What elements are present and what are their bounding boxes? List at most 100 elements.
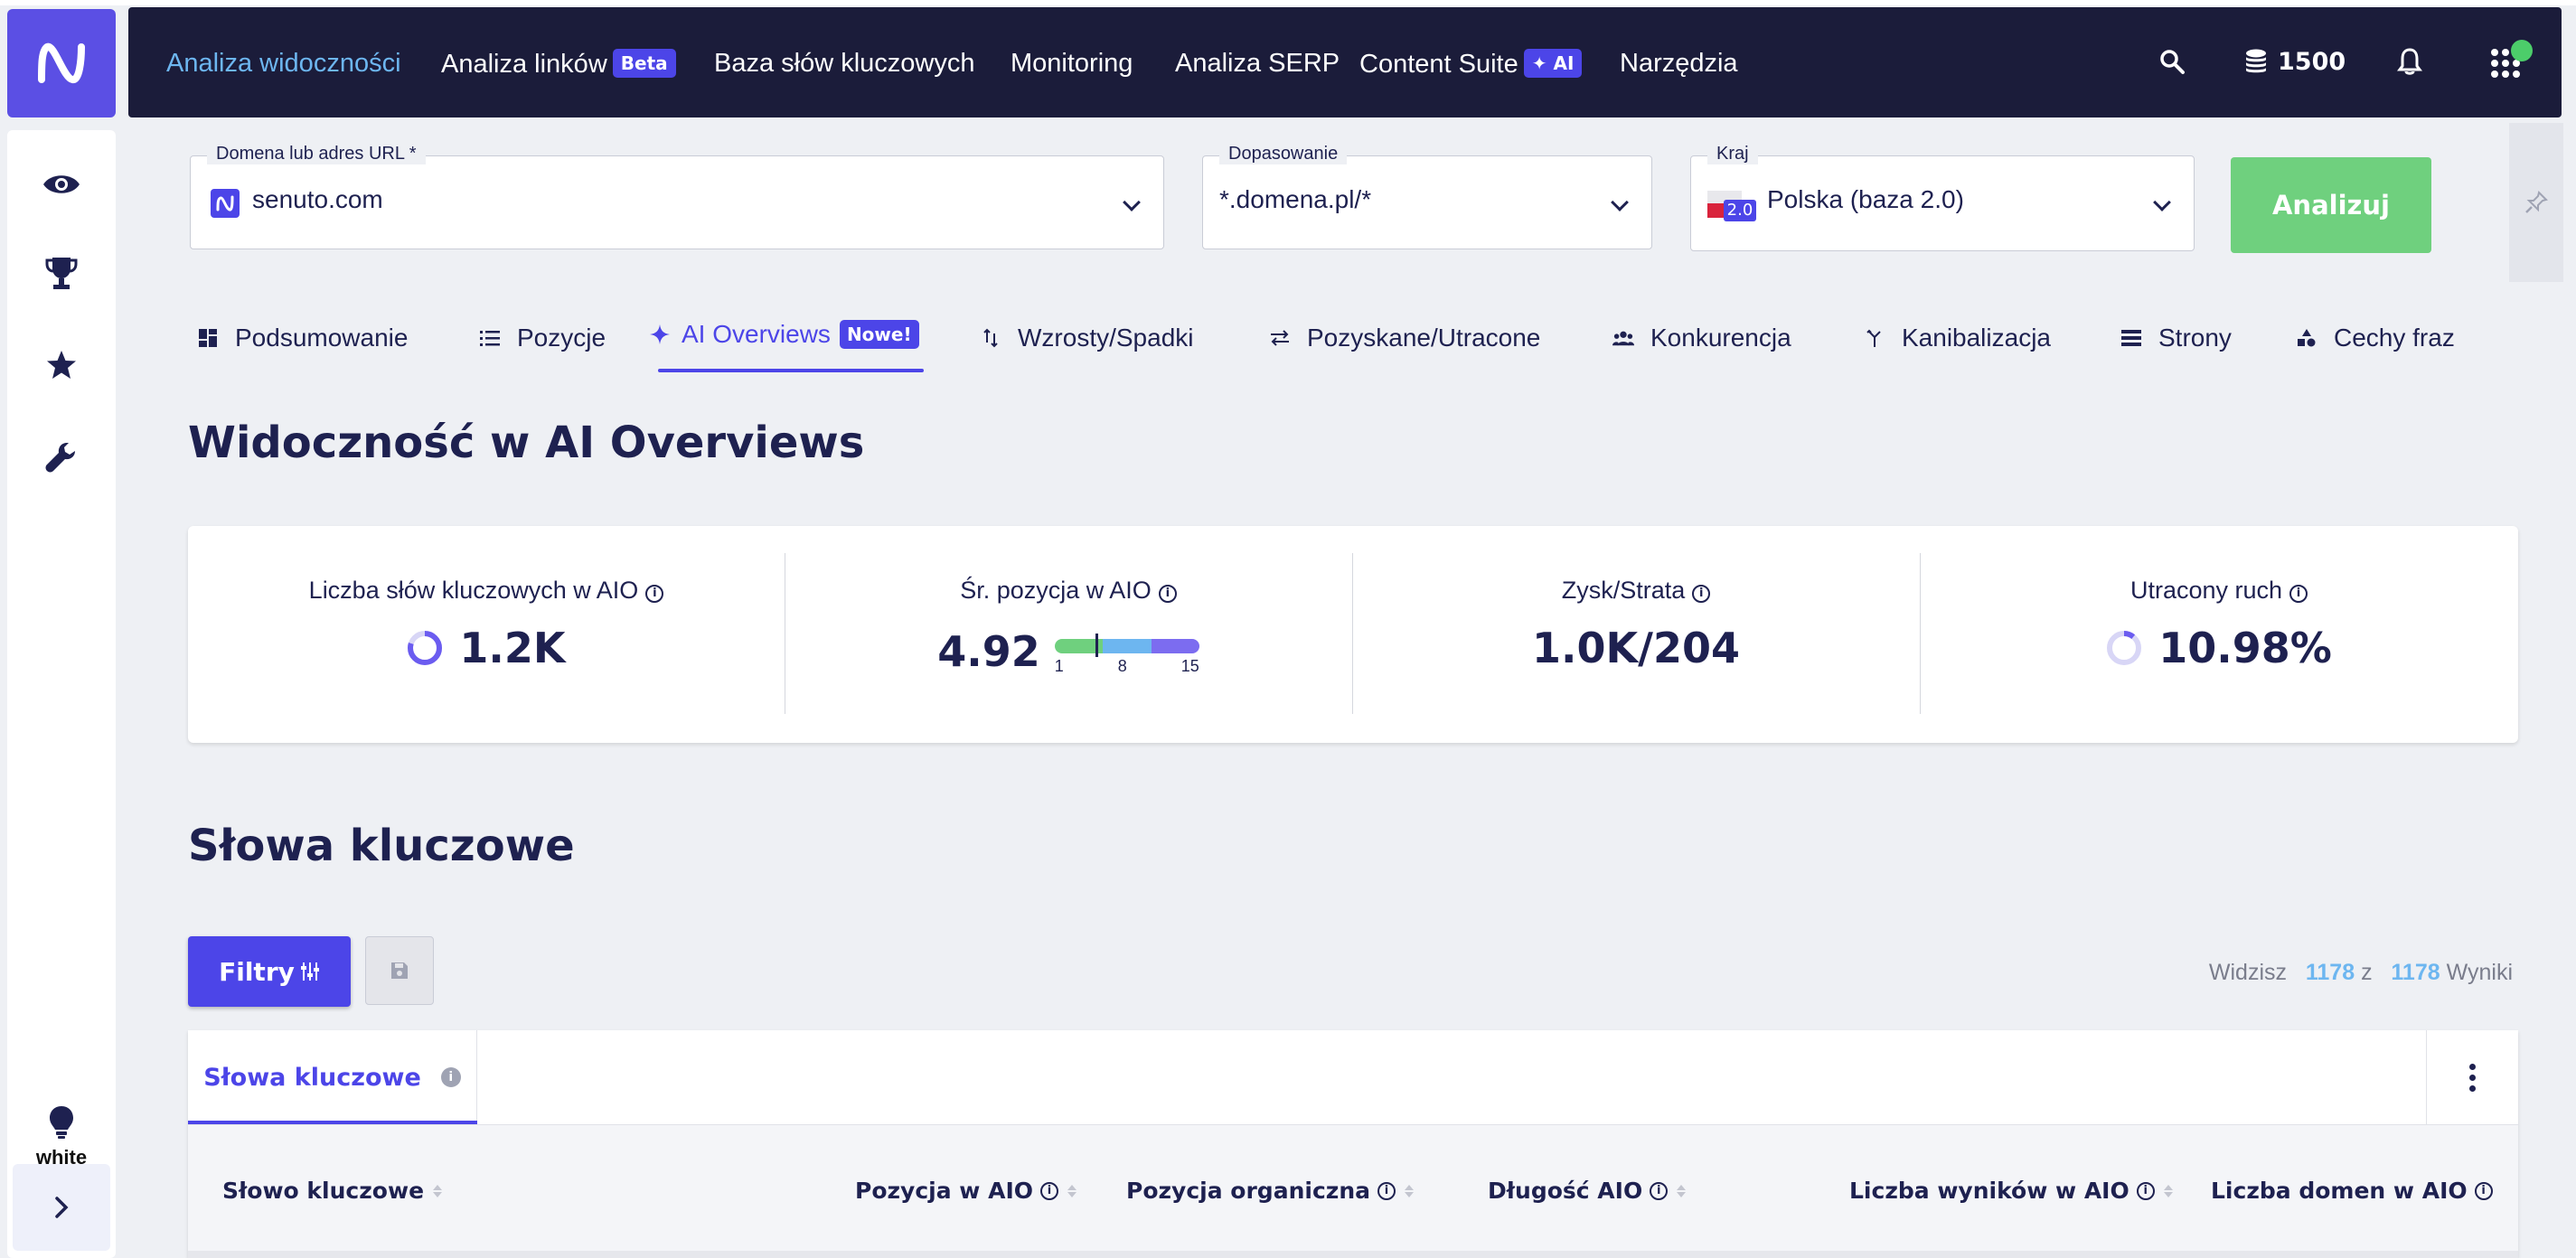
filters-button-label: Filtry [219, 956, 295, 987]
metric-lost-traffic-label: Utracony ruch [2129, 577, 2283, 604]
match-value: *.domena.pl/* [1219, 185, 1372, 213]
tab-ai-overviews[interactable]: AI Overviews Nowe! [649, 320, 919, 349]
sidebar-expand-button[interactable] [13, 1164, 110, 1251]
info-icon[interactable]: i [1650, 1181, 1669, 1200]
tab-phrase-features[interactable]: Cechy fraz [2296, 324, 2455, 352]
sort-arrows-icon [980, 327, 1001, 349]
nav-visibility-analysis[interactable]: Analiza widoczności [166, 49, 401, 79]
info-icon[interactable]: i [2289, 585, 2308, 603]
save-filters-button[interactable] [365, 936, 434, 1005]
info-icon[interactable]: i [1692, 585, 1711, 603]
info-icon[interactable]: i [1158, 585, 1177, 603]
results-shown: 1178 [2305, 960, 2355, 985]
tab-pages[interactable]: Strony [2120, 324, 2232, 352]
domain-field[interactable]: Domena lub adres URL * senuto.com [190, 144, 1164, 249]
metric-avg-position-label: Śr. pozycja w AIO [960, 577, 1152, 604]
ai-badge-text: AI [1553, 52, 1575, 74]
tab-pages-label: Strony [2158, 324, 2232, 352]
metric-aio-keywords-label-row: Liczba słów kluczowych w AIO i [188, 577, 785, 605]
column-organic-position[interactable]: Pozycja organiczna i [1126, 1178, 1414, 1204]
filters-button[interactable]: Filtry [188, 936, 351, 1007]
column-aio-domains[interactable]: Liczba domen w AIO i [2211, 1178, 2493, 1204]
match-select[interactable]: Dopasowanie *.domena.pl/* [1202, 144, 1652, 249]
apps-menu-button[interactable] [2489, 34, 2536, 89]
nav-tools[interactable]: Narzędzia [1620, 49, 1738, 79]
tab-cannibalization[interactable]: Kanibalizacja [1864, 324, 2051, 352]
country-select[interactable]: Kraj 2.0 Polska (baza 2.0) [1690, 144, 2195, 251]
tab-summary[interactable]: Podsumowanie [197, 324, 408, 352]
tab-ai-overviews-label: AI Overviews [682, 320, 831, 348]
pages-icon [2120, 327, 2142, 349]
metric-aio-keywords-value: 1.2K [459, 624, 566, 672]
floppy-disk-icon [391, 962, 408, 979]
nav-link-analysis[interactable]: Analiza linków Beta [441, 49, 676, 80]
nav-keyword-database[interactable]: Baza słów kluczowych [714, 49, 975, 79]
sort-icon [1404, 1184, 1414, 1197]
column-aio-results[interactable]: Liczba wyników w AIO i [1849, 1178, 2173, 1204]
column-aio-position-label: Pozycja w AIO [855, 1178, 1034, 1204]
metric-gain-loss: Zysk/Strata i 1.0K/204 [1352, 526, 1920, 743]
tab-gains-losses-label: Wzrosty/Spadki [1018, 324, 1194, 352]
credits-count: 1500 [2278, 47, 2346, 76]
trophy-icon[interactable] [42, 253, 81, 293]
analyze-button[interactable]: Analizuj [2231, 157, 2431, 253]
sidebar-panel: whitepress® [7, 130, 116, 1258]
nav-monitoring[interactable]: Monitoring [1011, 49, 1133, 79]
lightbulb-icon[interactable] [42, 1103, 81, 1142]
results-prefix: Widzisz [2208, 960, 2288, 985]
ai-badge: ✦ AI [1523, 49, 1583, 78]
metric-avg-position-value: 4.92 [937, 627, 1040, 676]
sort-icon [433, 1184, 443, 1197]
eye-icon[interactable] [42, 164, 81, 204]
search-button[interactable] [2158, 34, 2186, 89]
nav-serp-analysis[interactable]: Analiza SERP [1175, 49, 1340, 79]
info-icon[interactable]: i [2136, 1181, 2155, 1200]
tab-acquired-lost[interactable]: Pozyskane/Utracone [1269, 324, 1540, 352]
column-aio-position[interactable]: Pozycja w AIO i [855, 1178, 1077, 1204]
metric-gain-loss-label: Zysk/Strata [1561, 577, 1686, 604]
column-aio-length[interactable]: Długość AIO i [1488, 1178, 1687, 1204]
notifications-button[interactable] [2397, 34, 2422, 89]
nav-content-suite-label: Content Suite [1359, 50, 1518, 79]
chevron-down-icon [1123, 193, 1141, 211]
tab-gains-losses[interactable]: Wzrosty/Spadki [980, 324, 1194, 352]
column-keyword-label: Słowo kluczowe [222, 1178, 425, 1204]
credits-indicator[interactable]: 1500 [2243, 34, 2346, 89]
metric-avg-position-label-row: Śr. pozycja w AIO i [785, 577, 1352, 605]
group-icon [1612, 327, 1634, 349]
search-icon [2160, 50, 2185, 74]
subtab-keywords-label: Słowa kluczowe [203, 1063, 421, 1092]
info-icon[interactable]: i [1377, 1181, 1396, 1200]
database-version-badge: 2.0 [1724, 200, 1756, 221]
metric-aio-keywords: Liczba słów kluczowych w AIO i 1.2K [188, 526, 785, 743]
info-icon[interactable]: i [1040, 1181, 1059, 1200]
info-icon[interactable]: i [2474, 1181, 2493, 1200]
scale-max-label: 15 [1180, 657, 1199, 675]
info-icon[interactable]: i [645, 585, 664, 603]
metric-avg-position-value-row: 4.92 1 8 15 [785, 627, 1352, 676]
metric-lost-traffic-label-row: Utracony ruch i [1920, 577, 2518, 605]
country-value: Polska (baza 2.0) [1767, 185, 1964, 213]
wrench-icon[interactable] [42, 437, 81, 477]
app-logo[interactable] [7, 9, 116, 117]
nav-content-suite[interactable]: Content Suite ✦ AI [1359, 49, 1583, 80]
merge-icon [1864, 327, 1885, 349]
subtab-keywords[interactable]: Słowa kluczowe i [188, 1030, 477, 1124]
tab-positions[interactable]: Pozycje [479, 324, 606, 352]
column-aio-domains-label: Liczba domen w AIO [2211, 1178, 2468, 1204]
metric-lost-traffic-value-row: 10.98% [1920, 624, 2518, 672]
tab-competition[interactable]: Konkurencja [1612, 324, 1791, 352]
sparkle-icon [649, 324, 671, 345]
results-count: Widzisz 1178 z 1178 Wyniki [2209, 960, 2513, 986]
star-icon[interactable] [42, 345, 81, 385]
coins-icon [2246, 49, 2266, 73]
swap-icon [1269, 327, 1291, 349]
keywords-section-title: Słowa kluczowe [188, 821, 575, 871]
pin-button[interactable] [2509, 123, 2563, 282]
column-keyword[interactable]: Słowo kluczowe [222, 1178, 443, 1204]
column-aio-results-label: Liczba wyników w AIO [1849, 1178, 2129, 1204]
info-icon[interactable]: i [440, 1067, 461, 1087]
table-options-button[interactable] [2426, 1030, 2518, 1124]
results-total: 1178 [2391, 960, 2440, 985]
chevron-down-icon [2153, 193, 2171, 211]
